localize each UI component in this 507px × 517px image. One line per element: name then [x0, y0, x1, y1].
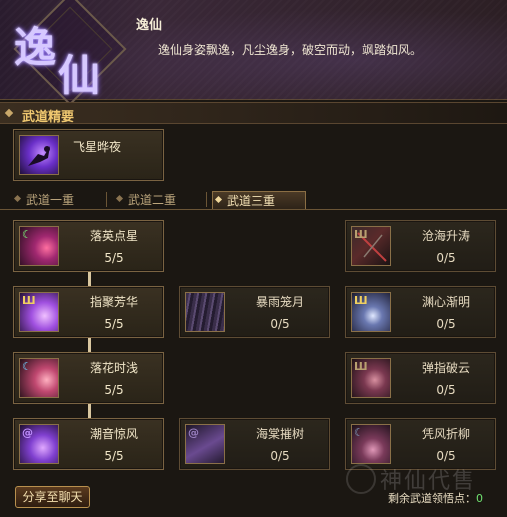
trident-icon: Ш: [354, 360, 368, 373]
skill-name: 暴雨笼月: [255, 295, 304, 309]
tide-sound-icon[interactable]: @: [19, 424, 59, 464]
tab-divider: [106, 192, 107, 207]
tab-label: 武道二重: [128, 193, 177, 207]
falling-flowers-icon[interactable]: ☾: [19, 358, 59, 398]
skill-card-abyss-heart[interactable]: Ш 渊心渐明 0/5: [345, 286, 496, 338]
skill-level: 0/5: [270, 317, 290, 331]
emblem-char-1: 逸: [14, 23, 57, 72]
essence-section-bar: 武道精要: [0, 102, 507, 125]
skill-level: 0/5: [436, 383, 456, 397]
tab-label: 武道一重: [26, 193, 75, 207]
sea-tide-icon[interactable]: Ш: [351, 226, 391, 266]
flick-cloud-icon[interactable]: Ш: [351, 358, 391, 398]
skill-name: 沧海升涛: [421, 229, 470, 243]
tab-tier-1[interactable]: 武道一重: [12, 191, 104, 209]
spiral-icon: @: [188, 426, 199, 439]
skill-level: 5/5: [104, 317, 124, 331]
skill-card-begonia-tree[interactable]: @ 海棠摧树 0/5: [179, 418, 330, 470]
essence-skill-card[interactable]: 飞星晔夜: [13, 129, 164, 181]
essence-skill-name: 飞星晔夜: [72, 140, 121, 154]
share-to-chat-button[interactable]: 分享至聊天: [15, 486, 90, 508]
skill-card-falling-petal-star[interactable]: ☾ 落英点星 5/5: [13, 220, 164, 272]
section-label: 武道精要: [22, 110, 75, 125]
trident-icon: Ш: [22, 294, 36, 307]
tab-label: 武道三重: [227, 194, 276, 208]
skill-level: 0/5: [436, 251, 456, 265]
tab-bullet-icon: [13, 194, 22, 203]
watermark-logo-icon: [346, 464, 376, 494]
skill-level: 0/5: [270, 449, 290, 463]
class-title: 逸仙: [136, 18, 163, 33]
skill-level: 5/5: [104, 449, 124, 463]
skill-level: 5/5: [104, 383, 124, 397]
finger-bloom-icon[interactable]: Ш: [19, 292, 59, 332]
tab-tier-3[interactable]: 武道三重: [212, 191, 306, 209]
abyss-heart-icon[interactable]: Ш: [351, 292, 391, 332]
emblem-char-2: 仙: [58, 51, 101, 100]
skill-link: [88, 338, 91, 352]
flying-star-icon[interactable]: [19, 135, 59, 175]
begonia-tree-icon[interactable]: @: [185, 424, 225, 464]
trident-icon: Ш: [354, 294, 368, 307]
skill-name: 指聚芳华: [89, 295, 138, 309]
skill-link: [88, 404, 91, 418]
skill-level: 0/5: [436, 317, 456, 331]
ninja-silhouette-icon: [28, 146, 50, 166]
skill-name: 凭风折柳: [421, 427, 470, 441]
skill-name: 渊心渐明: [421, 295, 470, 309]
skill-card-tide-sound-wind[interactable]: @ 潮音惊风 5/5: [13, 418, 164, 470]
tab-divider: [206, 192, 207, 207]
section-bullet-icon: [4, 108, 14, 118]
skill-name: 海棠摧树: [255, 427, 304, 441]
skill-card-falling-flowers[interactable]: ☾ 落花时浅 5/5: [13, 352, 164, 404]
crescent-icon: ☾: [22, 228, 32, 241]
skill-header: 逸 仙 逸仙 逸仙身姿飘逸，凡尘逸身，破空而动，飒踏如风。: [0, 0, 507, 106]
remaining-points-label: 剩余武道领悟点：: [388, 492, 476, 505]
spiral-icon: @: [22, 426, 33, 439]
storm-moon-icon[interactable]: [185, 292, 225, 332]
skill-level: 5/5: [104, 251, 124, 265]
skill-card-storm-moon[interactable]: 暴雨笼月 0/5: [179, 286, 330, 338]
skill-name: 弹指破云: [421, 361, 470, 375]
remaining-points: 剩余武道领悟点：0: [388, 490, 483, 506]
wind-willow-icon[interactable]: ☾: [351, 424, 391, 464]
crescent-icon: ☾: [354, 426, 364, 439]
trident-icon: Ш: [354, 228, 368, 241]
skill-name: 落花时浅: [89, 361, 138, 375]
skill-level: 0/5: [436, 449, 456, 463]
class-emblem: 逸 仙: [6, 0, 127, 106]
crescent-icon: ☾: [22, 360, 32, 373]
tab-bullet-icon: [214, 195, 223, 204]
tier-tabs: 武道一重 武道二重 武道三重: [0, 190, 507, 210]
tab-bullet-icon: [115, 194, 124, 203]
falling-petal-icon[interactable]: ☾: [19, 226, 59, 266]
remaining-points-value: 0: [476, 492, 483, 505]
tab-tier-2[interactable]: 武道二重: [114, 191, 204, 209]
skill-link: [88, 272, 91, 286]
skill-card-finger-gather-bloom[interactable]: Ш 指聚芳华 5/5: [13, 286, 164, 338]
class-description: 逸仙身姿飘逸，凡尘逸身，破空而动，飒踏如风。: [158, 43, 423, 57]
skill-card-sea-rising-tide[interactable]: Ш 沧海升涛 0/5: [345, 220, 496, 272]
skill-card-flick-cloud[interactable]: Ш 弹指破云 0/5: [345, 352, 496, 404]
skill-name: 落英点星: [89, 229, 138, 243]
skill-name: 潮音惊风: [89, 427, 138, 441]
